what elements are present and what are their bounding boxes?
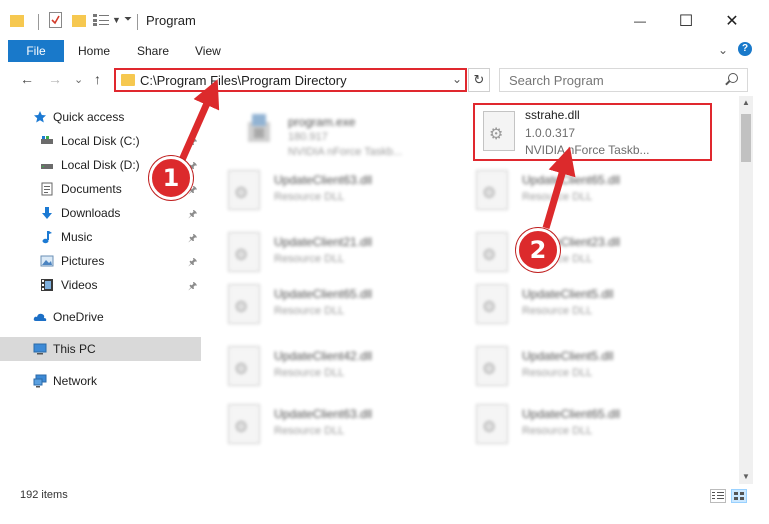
arrow-to-dll-file: [542, 146, 576, 229]
annotation-arrows: [178, 79, 576, 229]
arrow-to-address-bar: [178, 79, 220, 162]
step-badge-1: 1: [149, 156, 193, 200]
step-badge-2: 2: [516, 228, 560, 272]
